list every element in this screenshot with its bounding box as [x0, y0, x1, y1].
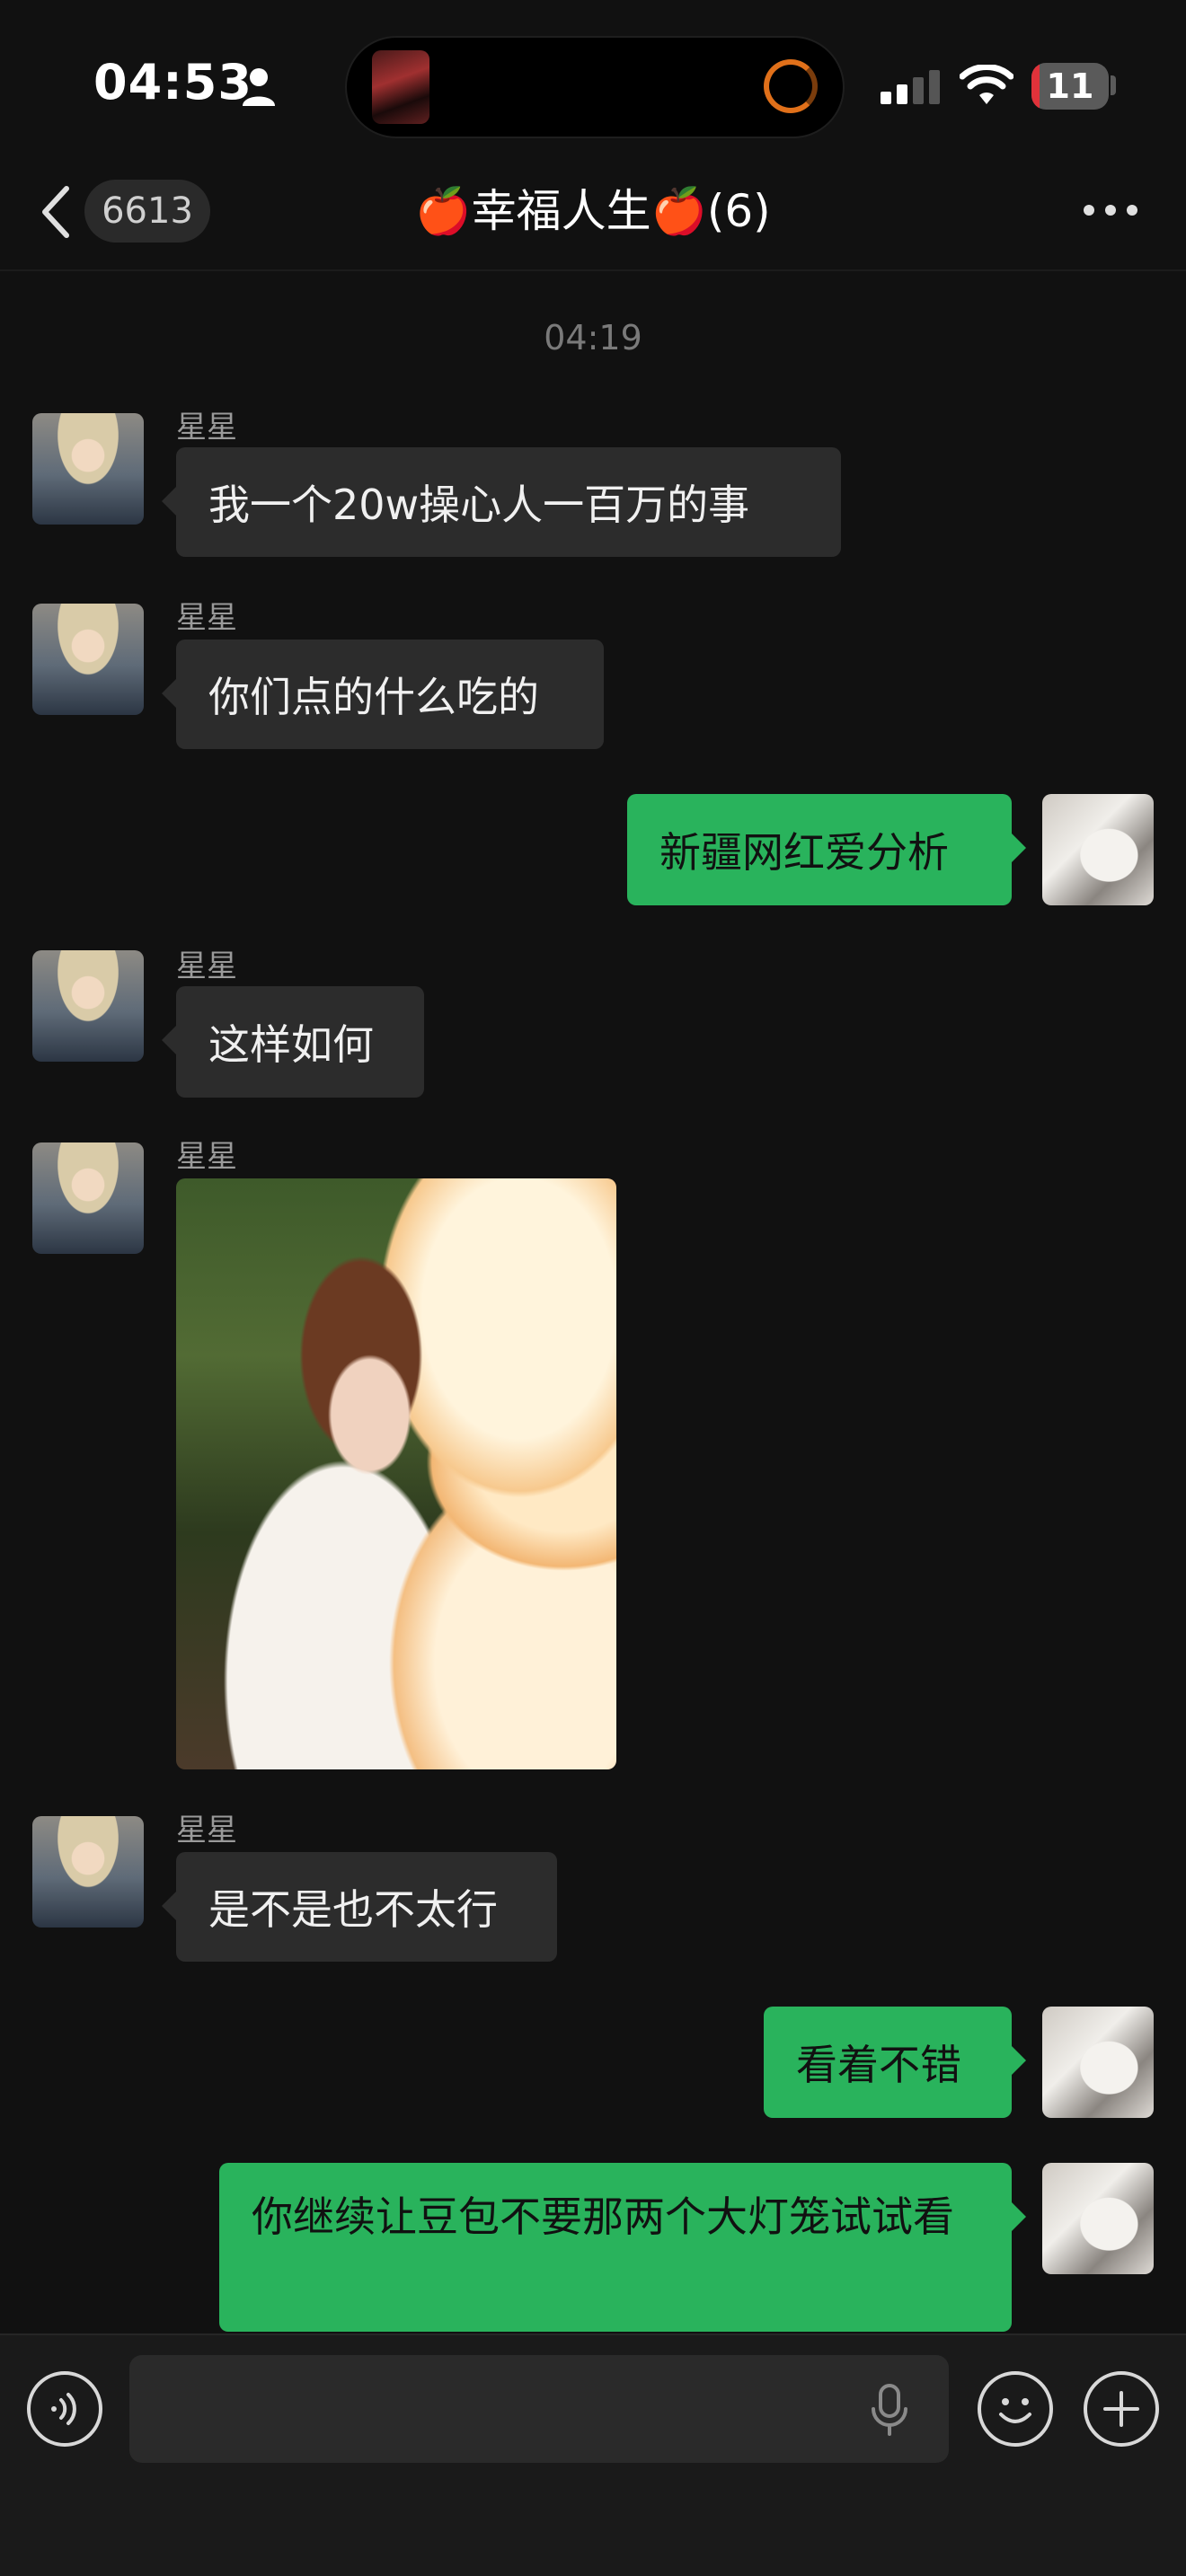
message-bubble[interactable]: 新疆网红爱分析 — [627, 794, 1026, 905]
avatar[interactable] — [32, 950, 144, 1062]
avatar[interactable] — [1042, 794, 1154, 905]
header-divider — [0, 269, 1186, 271]
now-playing-artwork — [372, 50, 429, 124]
emoji-button[interactable] — [978, 2371, 1053, 2447]
sender-name: 星星 — [176, 600, 237, 636]
message-bubble[interactable]: 这样如何 — [162, 986, 424, 1098]
sender-name: 星星 — [176, 948, 237, 984]
mic-icon[interactable] — [866, 2382, 913, 2438]
message-bubble[interactable]: 是不是也不太行 — [162, 1852, 557, 1962]
sender-name: 星星 — [176, 1139, 237, 1175]
message-input[interactable] — [129, 2355, 949, 2463]
message-time-divider: 04:19 — [544, 318, 642, 357]
sender-name: 星星 — [176, 410, 237, 446]
avatar[interactable] — [32, 1142, 144, 1254]
wifi-icon — [960, 65, 1013, 104]
battery-icon: 11 — [1031, 63, 1109, 110]
voice-icon — [51, 2393, 76, 2425]
chat-title[interactable]: 🍎幸福人生🍎(6) — [0, 180, 1186, 243]
signal-icon — [881, 70, 940, 104]
more-icon[interactable] — [1082, 203, 1139, 217]
message-bubble[interactable]: 你继续让豆包不要那两个大灯笼试试看 — [219, 2163, 1026, 2332]
message-bubble[interactable]: 你们点的什么吃的 — [162, 640, 604, 749]
battery-level: 11 — [1046, 66, 1094, 106]
avatar[interactable] — [32, 1816, 144, 1928]
sender-name: 星星 — [176, 1813, 237, 1848]
image-message[interactable] — [176, 1178, 616, 1769]
activity-ring-icon — [764, 59, 818, 113]
voice-button[interactable] — [27, 2371, 102, 2447]
avatar[interactable] — [32, 413, 144, 525]
avatar[interactable] — [1042, 2163, 1154, 2274]
message-bubble[interactable]: 我一个20w操心人一百万的事 — [162, 447, 841, 557]
avatar[interactable] — [1042, 2007, 1154, 2118]
emoji-icon — [999, 2398, 1031, 2423]
status-time: 04:53 — [93, 54, 252, 110]
plus-icon — [1103, 2391, 1139, 2427]
plus-button[interactable] — [1084, 2371, 1159, 2447]
person-icon — [243, 68, 275, 106]
message-bubble[interactable]: 看着不错 — [764, 2007, 1026, 2118]
battery-tip — [1111, 75, 1116, 95]
avatar[interactable] — [32, 604, 144, 715]
